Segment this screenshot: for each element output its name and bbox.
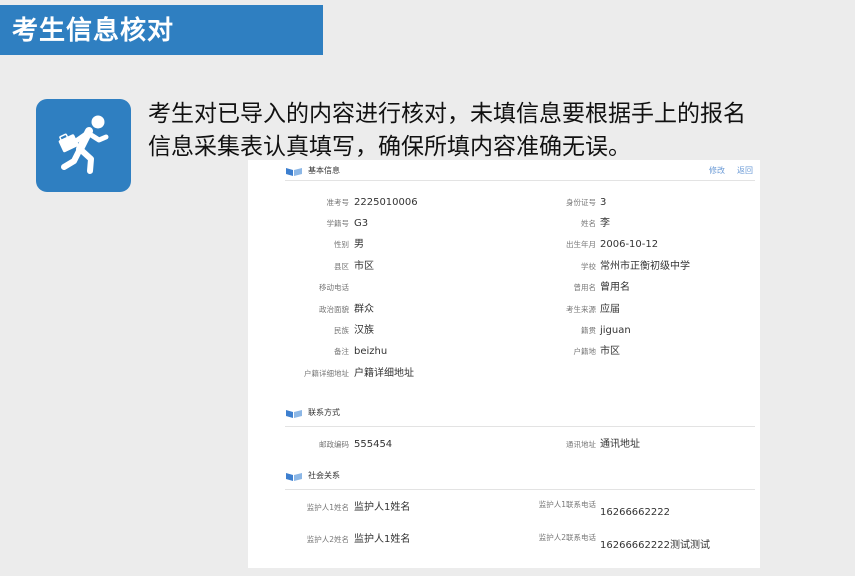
field-label: 通讯地址 [566,440,596,449]
field-label: 监护人1联系电话 [538,500,596,509]
running-person-icon [36,99,131,192]
field-value-name: 李 [600,218,610,229]
edit-link[interactable]: 修改 [709,165,725,177]
page-title: 考生信息核对 [12,16,175,46]
divider [285,489,755,490]
field-label: 邮政编码 [319,440,349,449]
book-icon [286,410,302,418]
basic-info-title: 基本信息 [308,166,340,175]
field-label: 姓名 [581,219,596,228]
instruction-text: 考生对已导入的内容进行核对，未填信息要根据手上的报名 信息采集表认真填写，确保所… [148,98,853,164]
field-label: 监护人2姓名 [306,535,349,544]
field-value-political: 群众 [354,304,374,315]
field-label: 户籍详细地址 [304,369,349,378]
field-value-household: 市区 [600,346,620,357]
field-label: 身份证号 [566,198,596,207]
student-info-panel: 基本信息 修改 返回 准考号 2225010006 身份证号 3 学籍号 G3 … [248,160,760,568]
instruction-line-1: 考生对已导入的内容进行核对，未填信息要根据手上的报名 [148,101,746,127]
field-label: 准考号 [326,198,350,207]
field-value-guardian1-phone: 16266662222 [600,507,670,518]
field-label: 监护人2联系电话 [538,533,596,542]
field-value-address: 通讯地址 [600,439,640,450]
book-icon [286,168,302,176]
field-label: 性别 [334,240,349,249]
field-label: 户籍地 [573,347,597,356]
field-label: 监护人1姓名 [306,503,349,512]
field-value-postcode: 555454 [354,439,393,450]
field-label: 县区 [334,262,349,271]
field-label: 出生年月 [566,240,596,249]
field-value-native-place: jiguan [600,325,631,336]
field-label: 政治面貌 [319,305,349,314]
field-label: 考生来源 [566,305,596,314]
social-title: 社会关系 [308,471,340,480]
field-value-birth-date: 2006-10-12 [600,239,659,250]
contact-title: 联系方式 [308,408,340,417]
divider [285,426,755,427]
field-value-guardian2-phone: 16266662222测试测试 [600,540,710,551]
field-label: 移动电话 [319,283,349,292]
field-value-ethnicity: 汉族 [354,325,374,336]
field-value-remark: beizhu [354,346,388,357]
back-link[interactable]: 返回 [737,165,753,177]
field-label: 学校 [581,262,596,271]
field-value-district: 市区 [354,261,374,272]
field-value-guardian2-name: 监护人1姓名 [354,534,411,545]
field-value-exam-number: 2225010006 [354,197,418,208]
field-label: 曾用名 [573,283,597,292]
field-value-source: 应届 [600,304,620,315]
field-label: 备注 [334,347,349,356]
field-value-former-name: 曾用名 [600,282,630,293]
title-bar: 考生信息核对 [0,5,323,55]
field-value-school: 常州市正衡初级中学 [600,261,690,272]
field-value-id-number: 3 [600,197,607,208]
book-icon [286,473,302,481]
field-label: 民族 [334,326,349,335]
field-label: 籍贯 [581,326,596,335]
field-label: 学籍号 [326,219,350,228]
divider [285,180,755,181]
field-value-gender: 男 [354,239,364,250]
field-value-student-number: G3 [354,218,369,229]
field-value-guardian1-name: 监护人1姓名 [354,502,411,513]
field-value-household-address: 户籍详细地址 [354,368,414,379]
